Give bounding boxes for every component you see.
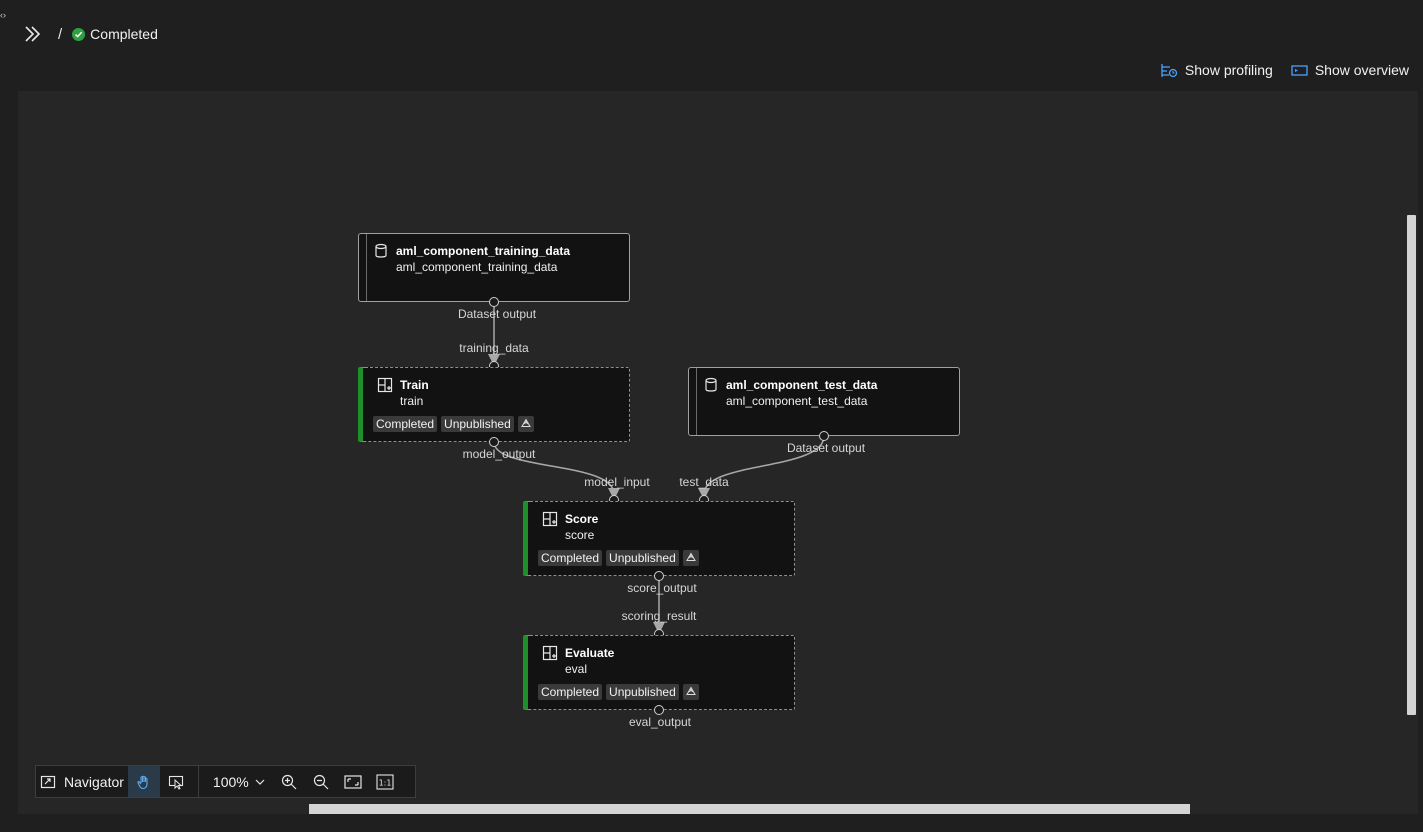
select-pointer-icon bbox=[168, 775, 183, 790]
zoom-dropdown[interactable]: 100% bbox=[205, 766, 273, 797]
port-training-data-output[interactable] bbox=[489, 297, 499, 307]
status-badge: Completed bbox=[538, 550, 603, 566]
reuse-icon bbox=[682, 550, 699, 566]
zoom-out-icon bbox=[313, 774, 329, 789]
node-badges: Completed Unpublished bbox=[538, 550, 699, 566]
port-label: Dataset output bbox=[457, 307, 537, 321]
database-icon bbox=[705, 377, 717, 392]
port-label: score_output bbox=[627, 581, 697, 595]
reuse-icon bbox=[682, 684, 699, 700]
canvas-toolbar: Navigator 100% 1:1 bbox=[35, 765, 416, 798]
port-train-output[interactable] bbox=[489, 437, 499, 447]
port-label: training_data bbox=[459, 341, 529, 355]
node-subtitle: aml_component_test_data bbox=[726, 394, 868, 408]
node-subtitle: train bbox=[400, 394, 424, 408]
fit-to-screen-button[interactable] bbox=[337, 766, 369, 797]
navigator-label: Navigator bbox=[64, 773, 124, 790]
code-icon: ‹› bbox=[0, 10, 6, 20]
actual-size-button[interactable]: 1:1 bbox=[369, 766, 401, 797]
component-icon bbox=[377, 377, 393, 393]
status-badge: Completed bbox=[373, 416, 438, 432]
node-title: aml_component_test_data bbox=[726, 378, 878, 392]
show-profiling-button[interactable]: Show profiling bbox=[1161, 62, 1273, 78]
double-chevron-right-icon bbox=[25, 26, 41, 42]
port-label: test_data bbox=[679, 475, 729, 489]
header-bar: / Completed bbox=[22, 22, 158, 46]
node-title: Evaluate bbox=[565, 646, 615, 660]
node-evaluate[interactable]: Evaluate eval Completed Unpublished bbox=[523, 635, 795, 710]
node-subtitle: aml_component_training_data bbox=[396, 260, 558, 274]
port-score-output[interactable] bbox=[654, 571, 664, 581]
vertical-scrollbar[interactable] bbox=[1407, 215, 1416, 715]
component-icon bbox=[542, 645, 558, 661]
zoom-level: 100% bbox=[212, 773, 249, 790]
port-label: Dataset output bbox=[786, 441, 866, 455]
node-subtitle: score bbox=[565, 528, 595, 542]
port-label: scoring_result bbox=[621, 609, 697, 623]
view-actions: Show profiling Show overview bbox=[1161, 62, 1409, 78]
toolbar-divider bbox=[197, 766, 199, 797]
select-tool-button[interactable] bbox=[160, 766, 192, 797]
actual-size-icon: 1:1 bbox=[376, 773, 394, 790]
component-icon bbox=[542, 511, 558, 527]
node-title: Train bbox=[400, 378, 429, 392]
node-badges: Completed Unpublished bbox=[373, 416, 534, 432]
node-subtitle: eval bbox=[565, 662, 588, 676]
node-train[interactable]: Train train Completed Unpublished bbox=[358, 367, 630, 442]
chevron-down-icon bbox=[255, 779, 265, 785]
zoom-in-button[interactable] bbox=[273, 766, 305, 797]
node-title: aml_component_training_data bbox=[396, 244, 571, 258]
zoom-in-icon bbox=[281, 774, 297, 789]
node-test-data[interactable]: aml_component_test_data aml_component_te… bbox=[688, 367, 960, 436]
port-label: eval_output bbox=[628, 715, 692, 729]
zoom-out-button[interactable] bbox=[305, 766, 337, 797]
navigator-icon bbox=[40, 775, 56, 788]
node-badges: Completed Unpublished bbox=[538, 684, 699, 700]
overview-icon bbox=[1291, 64, 1308, 76]
pan-tool-button[interactable] bbox=[127, 766, 160, 797]
port-test-data-output[interactable] bbox=[819, 431, 829, 441]
port-eval-output[interactable] bbox=[654, 705, 664, 715]
hand-icon bbox=[137, 775, 148, 789]
horizontal-scrollbar[interactable] bbox=[309, 804, 1190, 814]
publish-badge: Unpublished bbox=[441, 416, 514, 432]
fit-screen-icon bbox=[344, 774, 362, 789]
breadcrumb-separator: / bbox=[58, 25, 63, 43]
pipeline-canvas[interactable]: aml_component_training_data aml_componen… bbox=[18, 91, 1418, 814]
profiling-icon bbox=[1161, 63, 1178, 77]
publish-badge: Unpublished bbox=[606, 684, 679, 700]
node-score[interactable]: Score score Completed Unpublished bbox=[523, 501, 795, 576]
show-overview-button[interactable]: Show overview bbox=[1291, 62, 1409, 78]
reuse-icon bbox=[517, 416, 534, 432]
node-training-data[interactable]: aml_component_training_data aml_componen… bbox=[358, 233, 630, 302]
run-status: Completed bbox=[72, 26, 158, 42]
publish-badge: Unpublished bbox=[606, 550, 679, 566]
actual-size-label: 1:1 bbox=[378, 778, 391, 787]
port-label: model_input bbox=[584, 475, 650, 489]
database-icon bbox=[375, 243, 387, 258]
status-badge: Completed bbox=[538, 684, 603, 700]
node-title: Score bbox=[565, 512, 599, 526]
check-circle-icon bbox=[72, 27, 86, 41]
status-label: Completed bbox=[90, 26, 158, 42]
show-profiling-label: Show profiling bbox=[1184, 62, 1273, 78]
navigator-button[interactable]: Navigator bbox=[36, 766, 128, 797]
port-label: model_output bbox=[462, 447, 536, 461]
expand-panel-button[interactable] bbox=[22, 23, 44, 45]
show-overview-label: Show overview bbox=[1314, 62, 1409, 78]
